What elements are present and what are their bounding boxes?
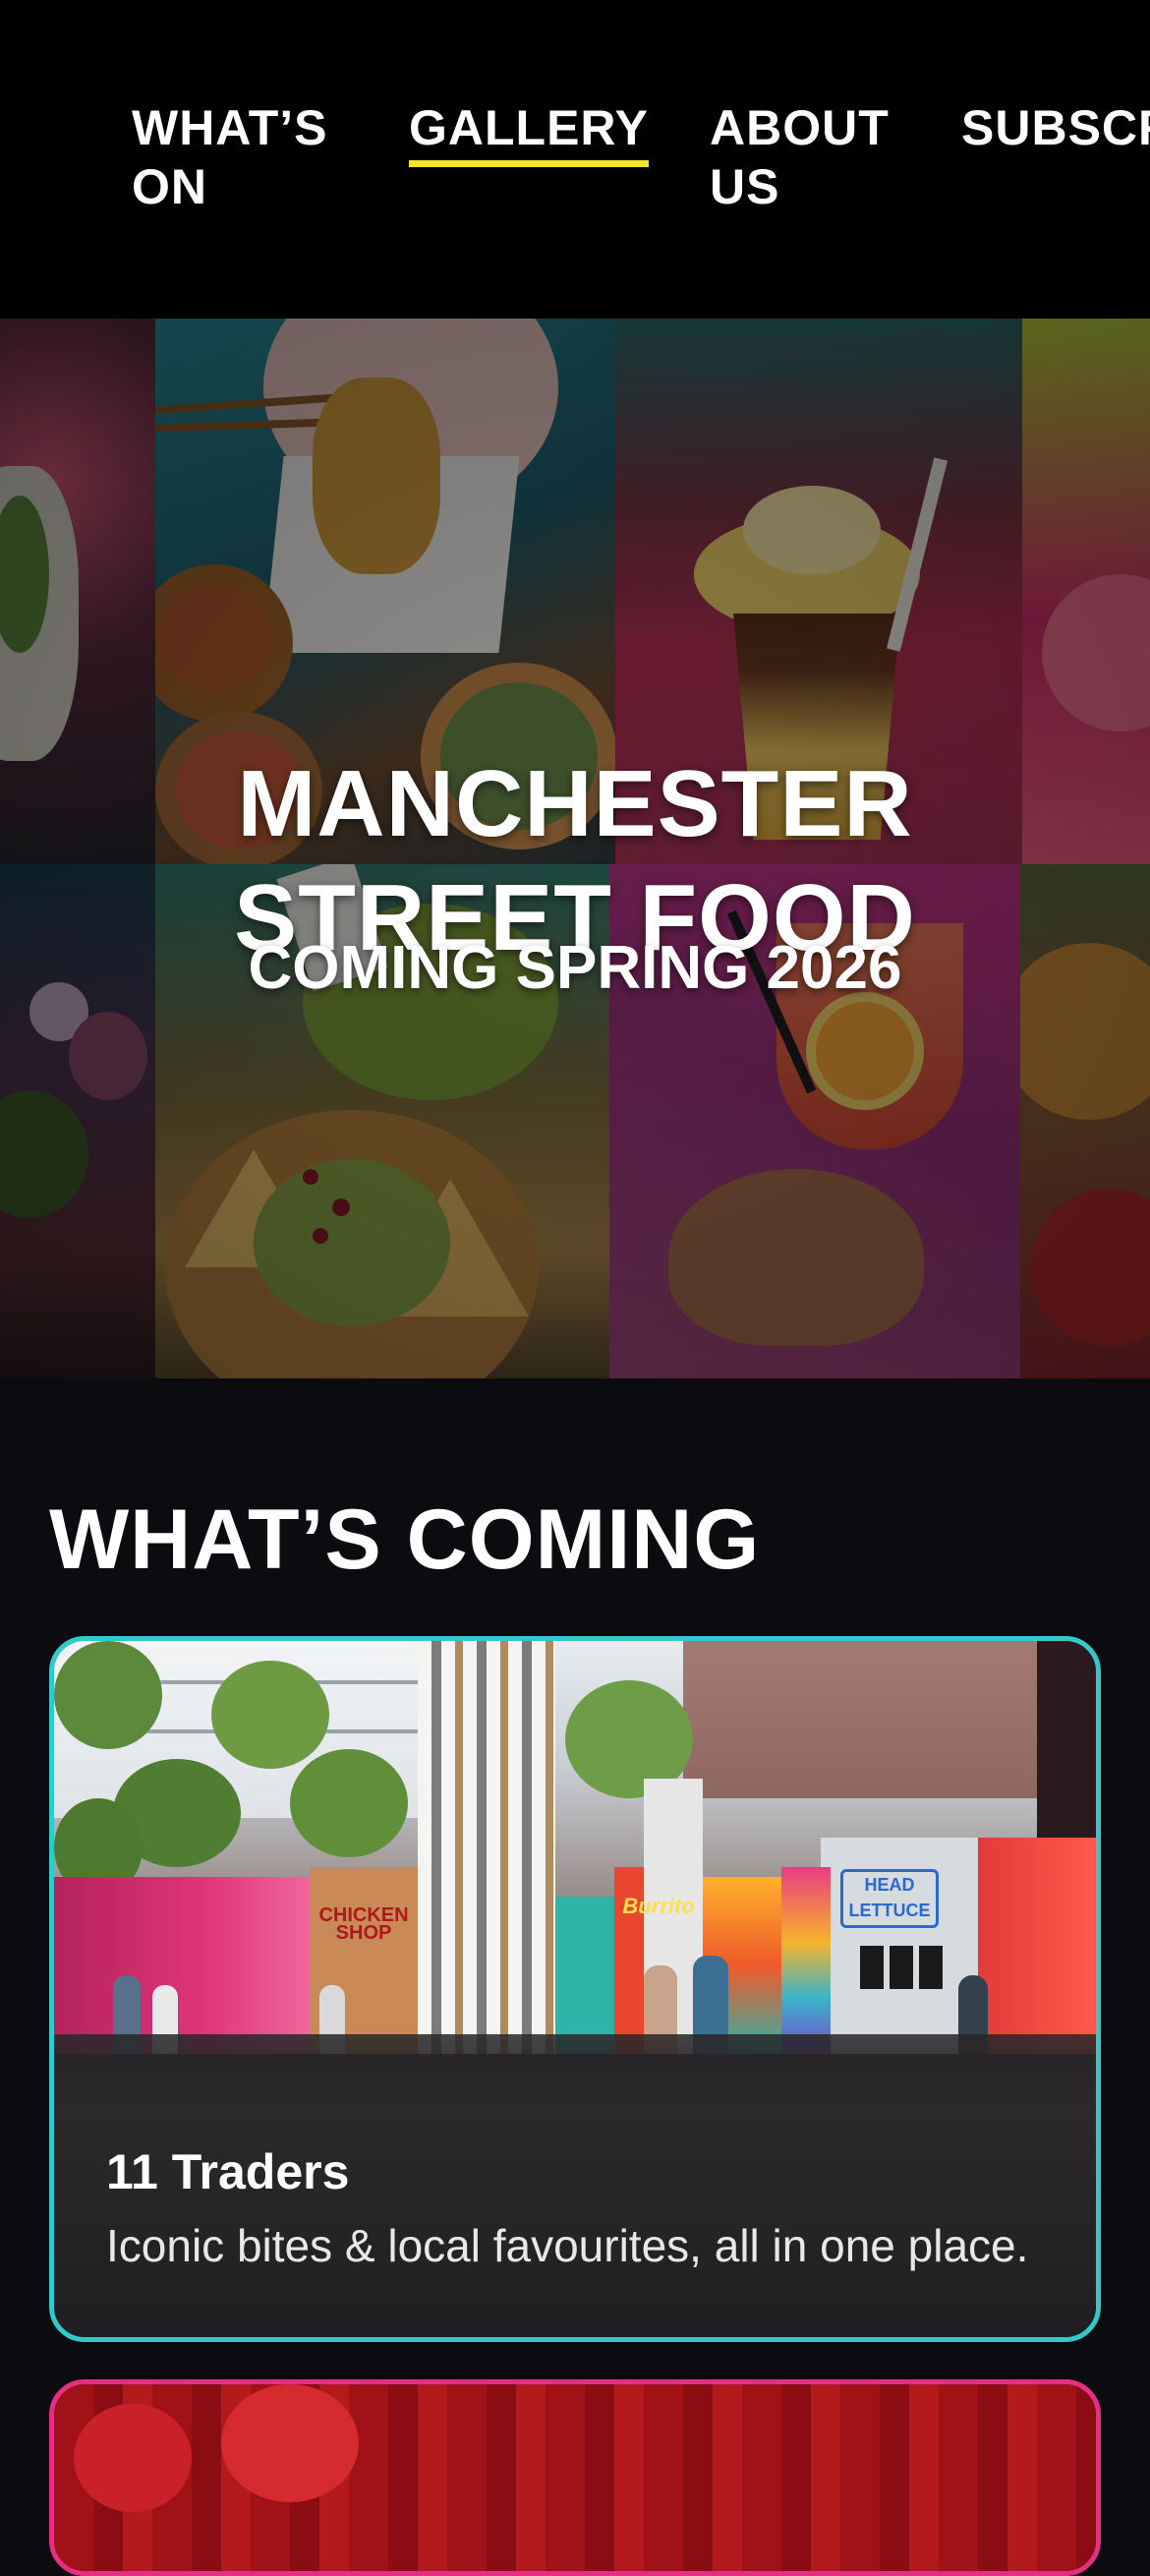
top-nav: WHAT’S ON GALLERY ABOUT US SUBSCRIBE — [0, 0, 1150, 319]
card-description: Iconic bites & local favourites, all in … — [106, 2220, 1029, 2271]
burrito-sign: Burrito — [622, 1894, 695, 1918]
traders-card[interactable]: HEAD LETTUCE Burrito CHICKEN SHOP 11 Tra… — [49, 1636, 1101, 2342]
hero-subtitle: COMING SPRING 2026 — [248, 934, 902, 1002]
nav-item-whats-on[interactable]: WHAT’S ON — [132, 98, 348, 216]
food-hall-photo: HEAD LETTUCE Burrito CHICKEN SHOP — [54, 1641, 1096, 2054]
chicken-shop-sign: CHICKEN SHOP — [318, 1904, 409, 1944]
section-title: WHAT’S COMING — [49, 1493, 761, 1587]
hero-banner: MANCHESTER STREET FOOD COMING SPRING 202… — [0, 319, 1150, 1378]
head-lettuce-sign: HEAD LETTUCE — [840, 1869, 939, 1928]
next-card[interactable] — [49, 2379, 1101, 2576]
nav-item-subscribe[interactable]: SUBSCRIBE — [961, 98, 1150, 157]
nav-item-gallery[interactable]: GALLERY — [409, 98, 650, 167]
nav-item-about-us[interactable]: ABOUT US — [710, 98, 906, 216]
next-card-photo — [54, 2384, 1096, 2571]
card-heading: 11 Traders — [106, 2144, 350, 2199]
